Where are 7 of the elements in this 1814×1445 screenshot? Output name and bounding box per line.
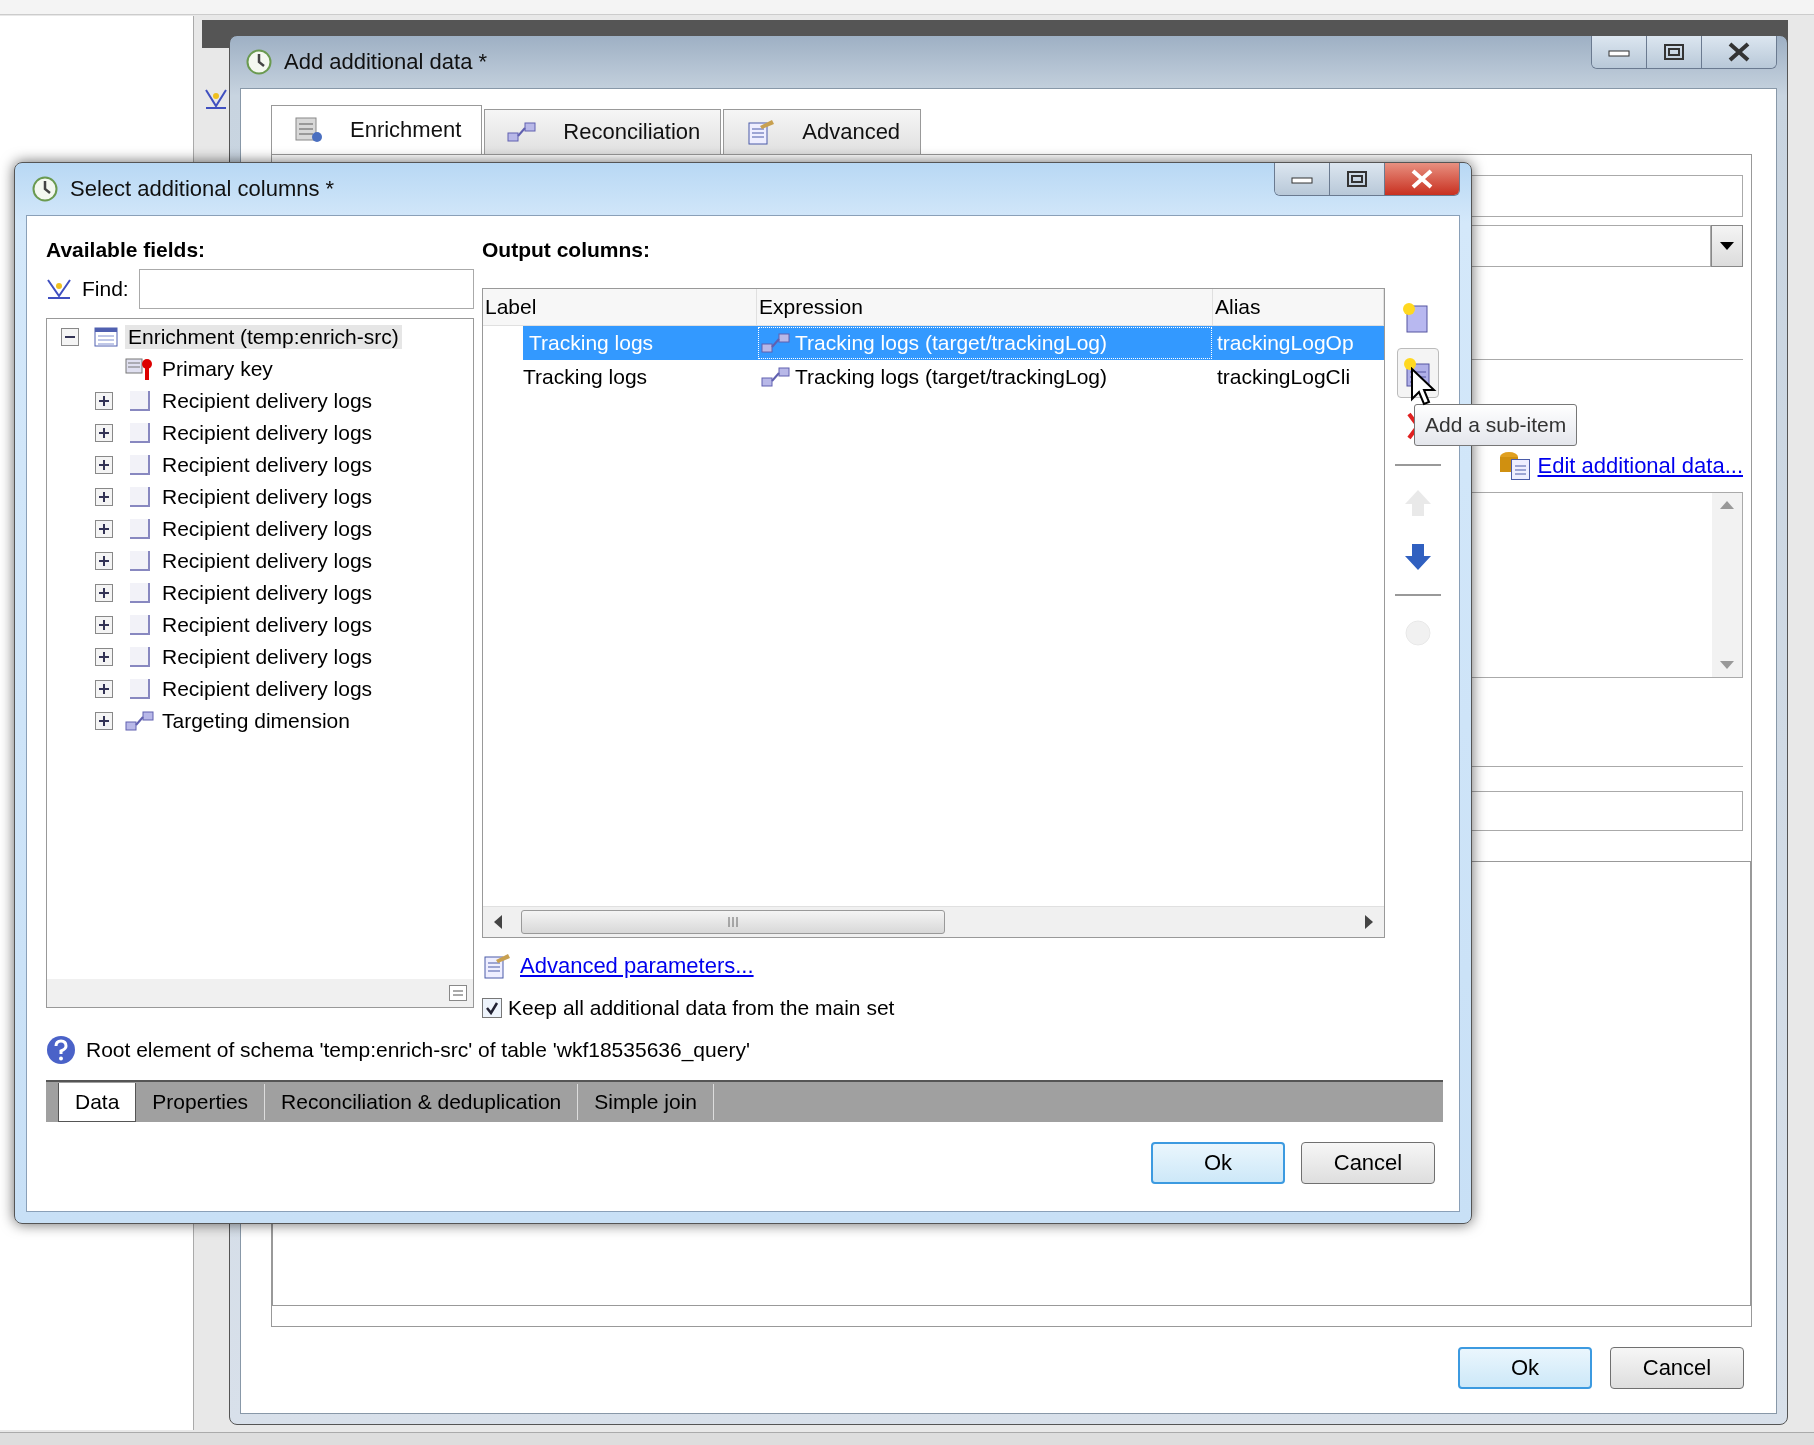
section-label: Output columns: xyxy=(482,238,651,263)
window-title: Add additional data * xyxy=(284,49,488,75)
section-label: Available fields: xyxy=(46,238,207,263)
info-text: Root element of schema 'temp:enrich-src' of table 'wkf18535636_query' xyxy=(86,1038,750,1062)
find-label: Find: xyxy=(82,277,129,301)
tooltip: Add a sub-item xyxy=(1414,404,1578,446)
dialog-title: Select additional columns * xyxy=(70,176,335,202)
